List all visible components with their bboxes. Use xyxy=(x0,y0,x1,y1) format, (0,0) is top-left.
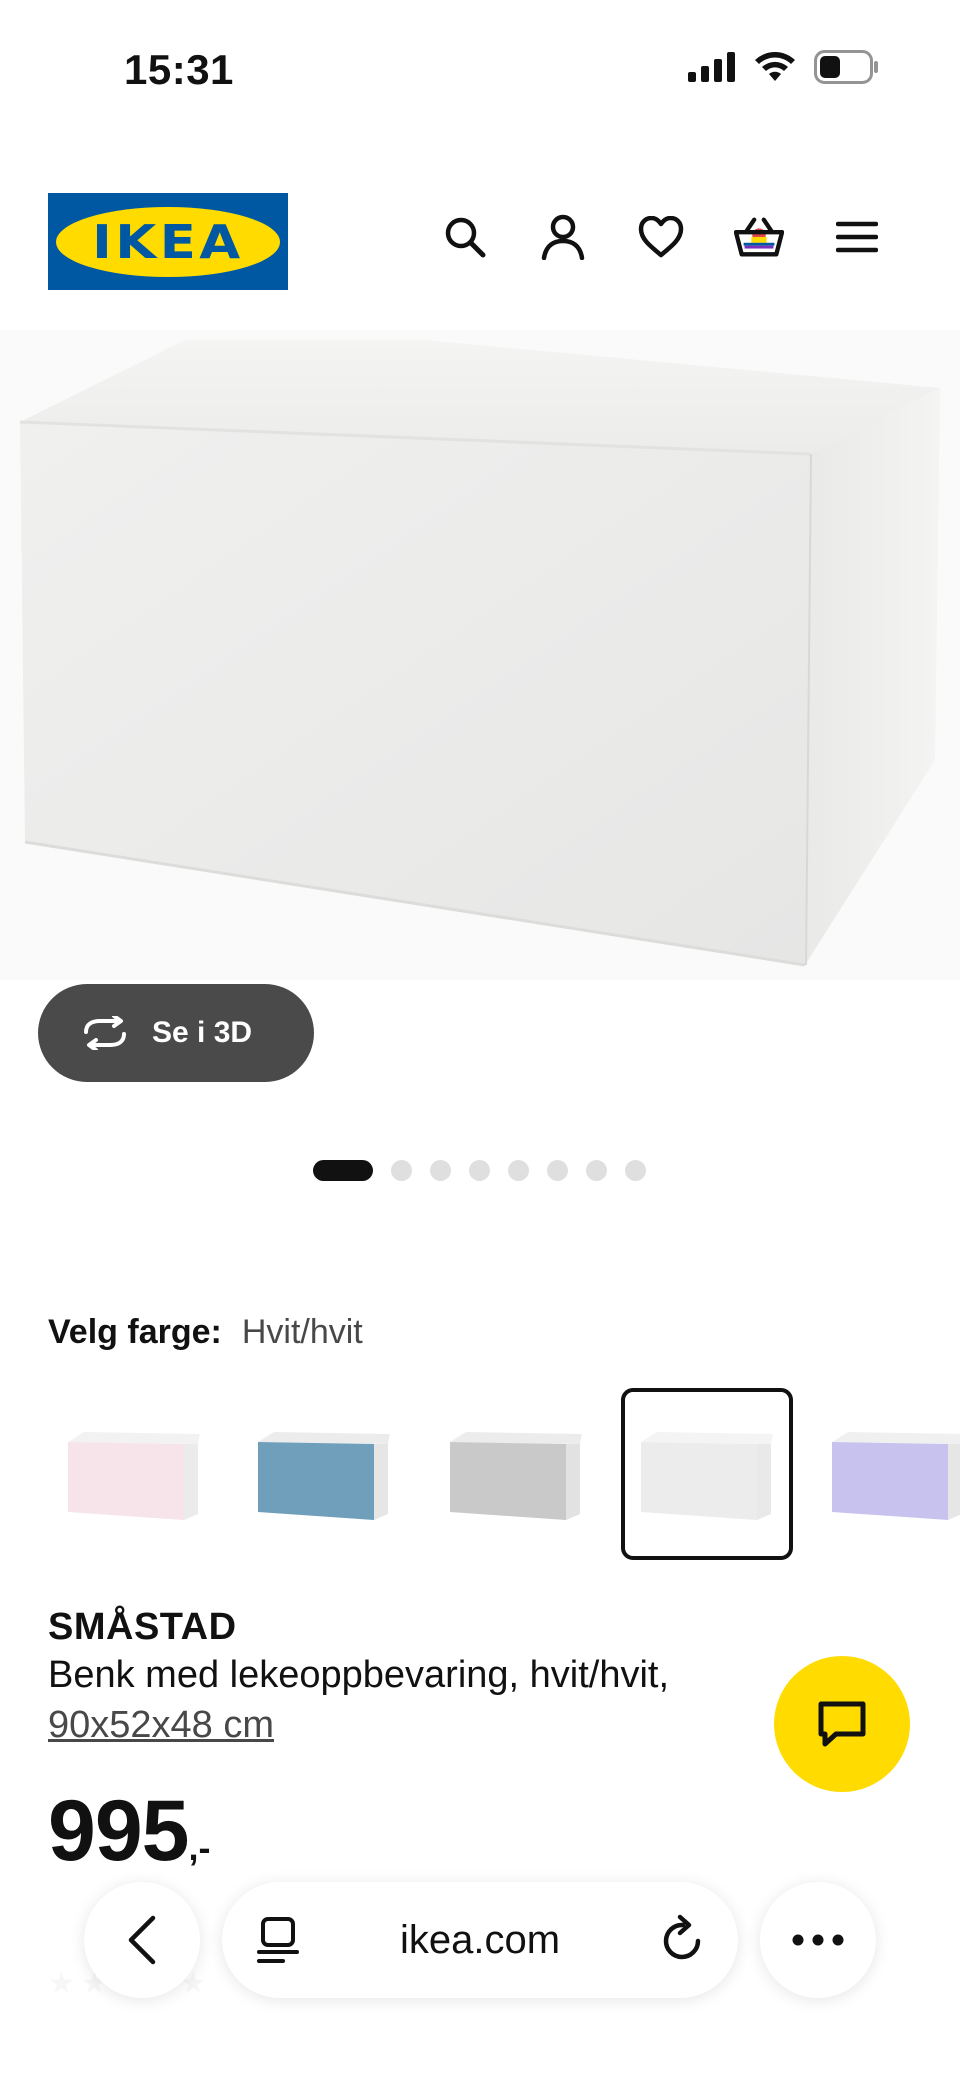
product-description: Benk med lekeoppbevaring, hvit/hvit, xyxy=(48,1654,670,1696)
see-in-3d-button[interactable]: Se i 3D xyxy=(38,984,314,1082)
carousel-dot[interactable] xyxy=(508,1160,529,1181)
more-icon xyxy=(792,1934,844,1946)
logo-text: IKEA xyxy=(92,214,244,269)
color-swatches xyxy=(48,1388,960,1560)
swatch-white[interactable] xyxy=(621,1388,793,1560)
carousel-dot[interactable] xyxy=(586,1160,607,1181)
browser-more-button[interactable] xyxy=(760,1882,876,1998)
product-size-link[interactable]: 90x52x48 cm xyxy=(48,1700,274,1750)
rotate-3d-icon xyxy=(84,1016,126,1050)
browser-address-bar[interactable]: ikea.com xyxy=(222,1882,738,1998)
menu-icon[interactable] xyxy=(832,212,882,262)
chat-icon xyxy=(818,1701,866,1747)
color-label: Velg farge: xyxy=(48,1313,222,1351)
search-icon[interactable] xyxy=(440,212,490,262)
carousel-dot[interactable] xyxy=(625,1160,646,1181)
ikea-logo[interactable]: IKEA xyxy=(48,193,288,290)
carousel-dot[interactable] xyxy=(547,1160,568,1181)
wifi-icon xyxy=(755,52,795,81)
status-time: 15:31 xyxy=(124,46,234,93)
logo-oval: IKEA xyxy=(56,206,280,277)
reload-icon[interactable] xyxy=(660,1914,706,1964)
account-icon[interactable] xyxy=(538,212,588,262)
carousel-dots xyxy=(313,1160,646,1181)
carousel-dot[interactable] xyxy=(391,1160,412,1181)
color-value: Hvit/hvit xyxy=(241,1313,363,1351)
swatch-blue[interactable] xyxy=(238,1388,410,1560)
header-icons xyxy=(440,212,882,262)
swatch-grey[interactable] xyxy=(430,1388,602,1560)
product-image[interactable] xyxy=(0,330,960,980)
carousel-dot[interactable] xyxy=(313,1160,373,1181)
color-selector-row: Velg farge: Hvit/hvit xyxy=(48,1313,363,1352)
signal-icon xyxy=(688,52,735,82)
swatch-lilac[interactable] xyxy=(812,1388,960,1560)
carousel-dot[interactable] xyxy=(430,1160,451,1181)
chat-button[interactable] xyxy=(774,1656,910,1792)
see-in-3d-label: Se i 3D xyxy=(152,1016,253,1049)
product-name: SMÅSTAD xyxy=(48,1606,237,1648)
battery-icon xyxy=(814,50,878,84)
swatch-pink[interactable] xyxy=(48,1388,220,1560)
status-icons xyxy=(688,50,880,84)
carousel-dot[interactable] xyxy=(469,1160,490,1181)
basket-icon[interactable] xyxy=(734,212,784,262)
heart-icon[interactable] xyxy=(636,212,686,262)
chevron-left-icon xyxy=(128,1915,156,1965)
browser-back-button[interactable] xyxy=(84,1882,200,1998)
